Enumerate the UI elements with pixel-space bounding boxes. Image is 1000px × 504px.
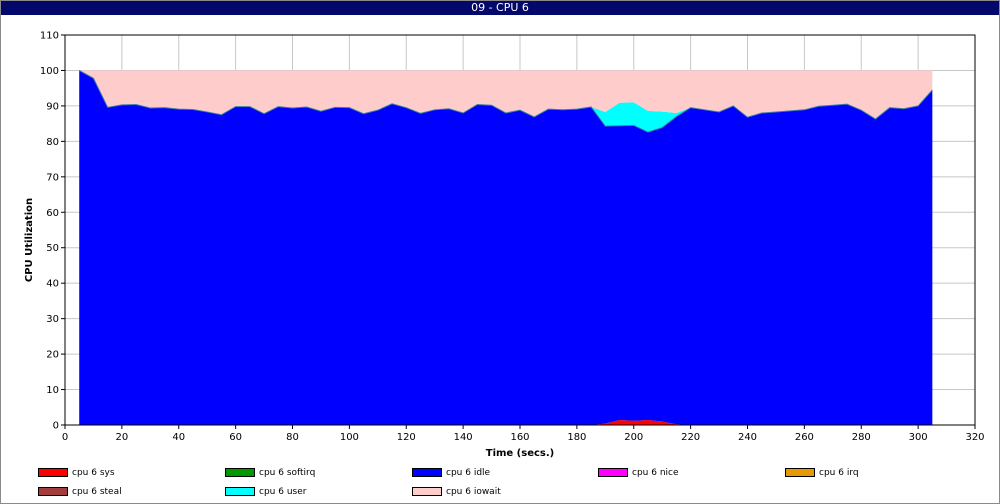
x-tick-label: 320 <box>965 432 984 443</box>
y-tick-label: 20 <box>46 350 59 361</box>
legend-swatch <box>412 468 442 477</box>
x-tick-label: 100 <box>340 432 359 443</box>
x-tick-label: 120 <box>397 432 416 443</box>
y-tick-label: 50 <box>46 243 59 254</box>
legend-swatch <box>785 468 815 477</box>
y-tick-label: 40 <box>46 279 59 290</box>
x-tick-label: 280 <box>852 432 871 443</box>
x-tick-label: 220 <box>681 432 700 443</box>
legend-label: cpu 6 irq <box>819 468 859 478</box>
legend-label: cpu 6 steal <box>72 487 122 497</box>
cpu-utilization-chart: 0 20 40 60 80 100 120 140 160 180 200 220 240 260 280 3… <box>24 31 985 460</box>
legend-swatch <box>225 487 255 496</box>
legend-label: cpu 6 sys <box>72 468 115 478</box>
legend-label: cpu 6 nice <box>632 468 679 478</box>
y-tick-label: 80 <box>46 137 59 148</box>
y-tick-label: 10 <box>46 385 59 396</box>
legend-label: cpu 6 user <box>259 487 307 497</box>
legend-label: cpu 6 idle <box>446 468 491 478</box>
y-tick-label: 100 <box>40 66 59 77</box>
x-tick-label: 40 <box>172 432 185 443</box>
area-cpu-6-idle <box>79 70 933 425</box>
x-tick-label: 300 <box>909 432 928 443</box>
x-tick-label: 180 <box>567 432 586 443</box>
x-tick-label: 160 <box>510 432 529 443</box>
y-tick-label: 60 <box>46 208 59 219</box>
x-tick-label: 20 <box>116 432 129 443</box>
x-tick-label: 200 <box>624 432 643 443</box>
legend-swatch <box>598 468 628 477</box>
y-tick-label: 90 <box>46 101 59 112</box>
legend-swatch <box>412 487 442 496</box>
x-tick-label: 240 <box>738 432 757 443</box>
legend-swatch <box>225 468 255 477</box>
y-tick-label: 0 <box>53 421 59 432</box>
y-tick-label: 30 <box>46 314 59 325</box>
x-tick-label: 0 <box>62 432 68 443</box>
legend-label: cpu 6 softirq <box>259 468 316 478</box>
stacked-areas <box>78 70 933 425</box>
x-axis-label: Time (secs.) <box>486 448 555 459</box>
legend-swatch <box>38 487 68 496</box>
y-axis-label: CPU Utilization <box>24 198 35 282</box>
x-tick-label: 140 <box>454 432 473 443</box>
x-tick-label: 80 <box>286 432 299 443</box>
x-tick-label: 260 <box>795 432 814 443</box>
y-tick-label: 110 <box>40 31 59 42</box>
legend-swatch <box>38 468 68 477</box>
y-tick-label: 70 <box>46 172 59 183</box>
legend-label: cpu 6 iowait <box>446 487 501 497</box>
x-tick-label: 60 <box>229 432 242 443</box>
